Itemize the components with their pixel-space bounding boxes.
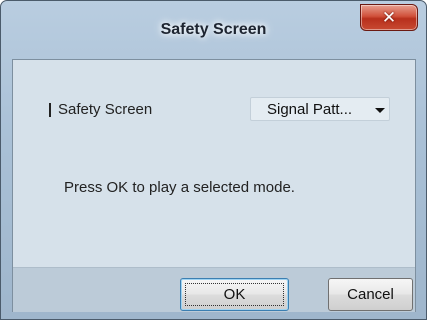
safety-screen-label: Safety Screen [58,101,153,118]
chevron-down-icon [375,108,385,113]
field-marker [49,103,51,117]
focus-ring [185,283,284,306]
mode-dropdown[interactable]: Signal Patt... [250,97,390,121]
cancel-button-label: Cancel [347,286,394,303]
ok-button[interactable]: OK [180,278,289,311]
title-bar[interactable]: Safety Screen ✕ [1,1,426,55]
dialog-window: Safety Screen ✕ Safety Screen Signal Pat… [0,0,427,320]
cancel-button[interactable]: Cancel [328,278,413,311]
close-button[interactable]: ✕ [360,4,418,31]
dropdown-selected-value: Signal Patt... [267,101,353,118]
instruction-text: Press OK to play a selected mode. [64,179,295,196]
content-panel: Safety Screen Signal Patt... Press OK to… [13,60,415,267]
dialog-body: Safety Screen Signal Patt... Press OK to… [12,59,416,312]
close-icon: ✕ [381,7,397,28]
